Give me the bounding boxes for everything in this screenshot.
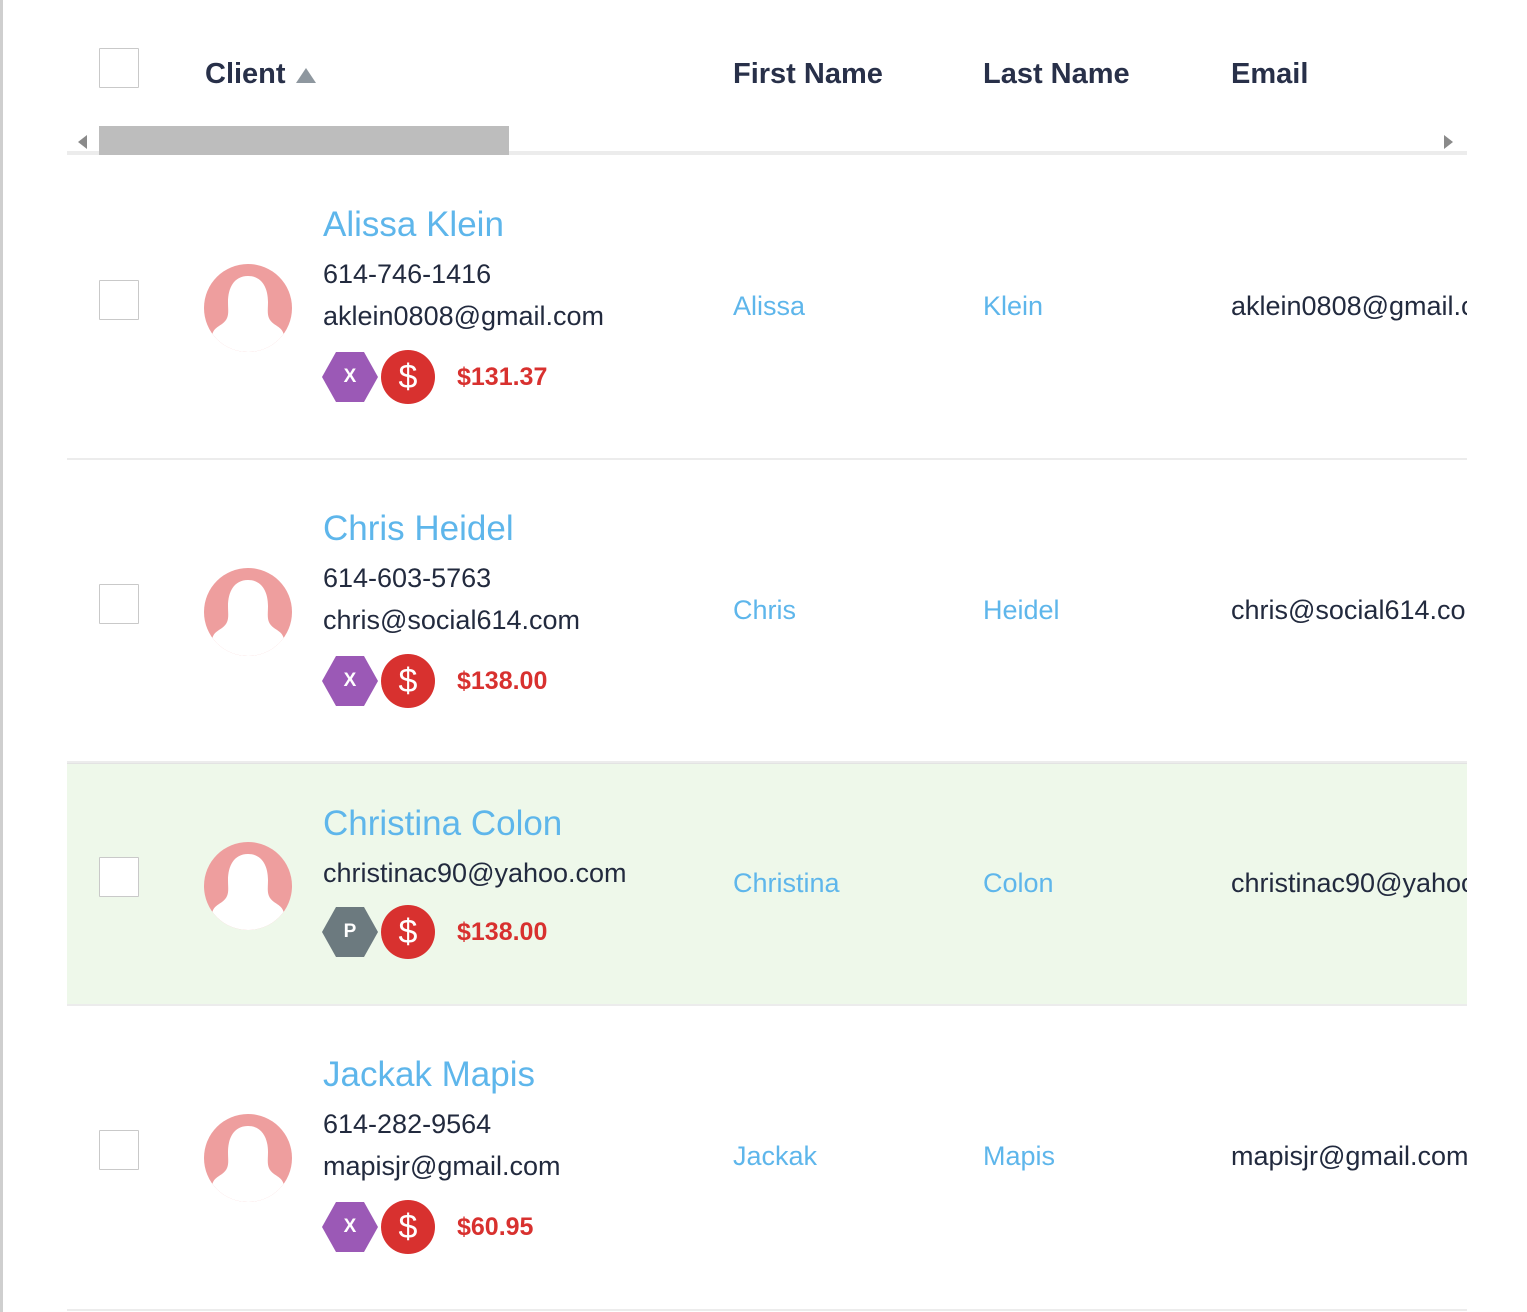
- avatar-placeholder-icon: [204, 568, 292, 656]
- dollar-icon[interactable]: $: [381, 350, 435, 404]
- horizontal-scrollbar[interactable]: [67, 125, 1467, 155]
- balance-amount: $60.95: [457, 1213, 534, 1241]
- first-name-link[interactable]: Jackak: [733, 1140, 817, 1172]
- avatar-placeholder-icon: [204, 1114, 292, 1202]
- balance-amount: $138.00: [457, 667, 548, 695]
- row-checkbox[interactable]: [99, 280, 139, 320]
- row-checkbox[interactable]: [99, 584, 139, 624]
- row-checkbox[interactable]: [99, 1130, 139, 1170]
- avatar-placeholder-icon: [204, 842, 292, 930]
- client-name-link[interactable]: Jackak Mapis: [323, 1055, 535, 1095]
- column-header-last-name[interactable]: Last Name: [983, 54, 1130, 94]
- client-name-link[interactable]: Alissa Klein: [323, 205, 504, 245]
- select-all-checkbox[interactable]: [99, 48, 139, 88]
- last-name-link[interactable]: Heidel: [983, 594, 1060, 626]
- client-email: mapisjr@gmail.com: [323, 1151, 561, 1181]
- client-phone: 614-282-9564: [323, 1109, 492, 1139]
- client-email: aklein0808@gmail.com: [323, 301, 605, 331]
- hexagon-x-icon[interactable]: X: [322, 656, 378, 706]
- table-row[interactable]: Jackak Mapis 614-282-9564 mapisjr@gmail.…: [67, 1006, 1467, 1311]
- row-checkbox[interactable]: [99, 857, 139, 897]
- last-name-link[interactable]: Mapis: [983, 1140, 1055, 1172]
- scroll-right-arrow-icon[interactable]: [1444, 135, 1453, 149]
- dollar-icon[interactable]: $: [381, 905, 435, 959]
- column-header-first-name[interactable]: First Name: [733, 54, 883, 94]
- table-row-highlighted[interactable]: Christina Colon christinac90@yahoo.com P…: [67, 763, 1467, 1006]
- balance-amount: $131.37: [457, 363, 548, 391]
- left-border: [0, 0, 3, 1312]
- first-name-link[interactable]: Christina: [733, 867, 840, 899]
- hexagon-x-icon[interactable]: X: [322, 1202, 378, 1252]
- email-cell: mapisjr@gmail.com: [1231, 1141, 1467, 1171]
- client-phone: 614-746-1416: [323, 259, 492, 289]
- client-name-link[interactable]: Chris Heidel: [323, 509, 514, 549]
- hexagon-p-icon[interactable]: P: [322, 907, 378, 957]
- email-cell: christinac90@yahoo.com: [1231, 868, 1467, 898]
- client-email: chris@social614.com: [323, 605, 581, 635]
- sort-ascending-icon[interactable]: [296, 68, 316, 83]
- balance-amount: $138.00: [457, 918, 548, 946]
- client-phone: 614-603-5763: [323, 563, 492, 593]
- scrollbar-thumb[interactable]: [99, 126, 509, 155]
- table-header: Client First Name Last Name Email: [67, 0, 1467, 155]
- column-header-client[interactable]: Client: [205, 54, 286, 94]
- first-name-link[interactable]: Chris: [733, 594, 796, 626]
- client-email: christinac90@yahoo.com: [323, 858, 627, 888]
- client-name-link[interactable]: Christina Colon: [323, 804, 562, 844]
- dollar-icon[interactable]: $: [381, 654, 435, 708]
- column-header-email[interactable]: Email: [1231, 54, 1308, 94]
- hexagon-x-icon[interactable]: X: [322, 352, 378, 402]
- clients-table: Client First Name Last Name Email Alissa…: [67, 0, 1467, 1312]
- last-name-link[interactable]: Klein: [983, 290, 1043, 322]
- dollar-icon[interactable]: $: [381, 1200, 435, 1254]
- table-row[interactable]: Alissa Klein 614-746-1416 aklein0808@gma…: [67, 155, 1467, 460]
- first-name-link[interactable]: Alissa: [733, 290, 805, 322]
- last-name-link[interactable]: Colon: [983, 867, 1054, 899]
- email-cell: chris@social614.com: [1231, 595, 1467, 625]
- email-cell: aklein0808@gmail.com: [1231, 291, 1467, 321]
- table-row[interactable]: Chris Heidel 614-603-5763 chris@social61…: [67, 460, 1467, 763]
- avatar-placeholder-icon: [204, 264, 292, 352]
- scroll-left-arrow-icon[interactable]: [78, 135, 87, 149]
